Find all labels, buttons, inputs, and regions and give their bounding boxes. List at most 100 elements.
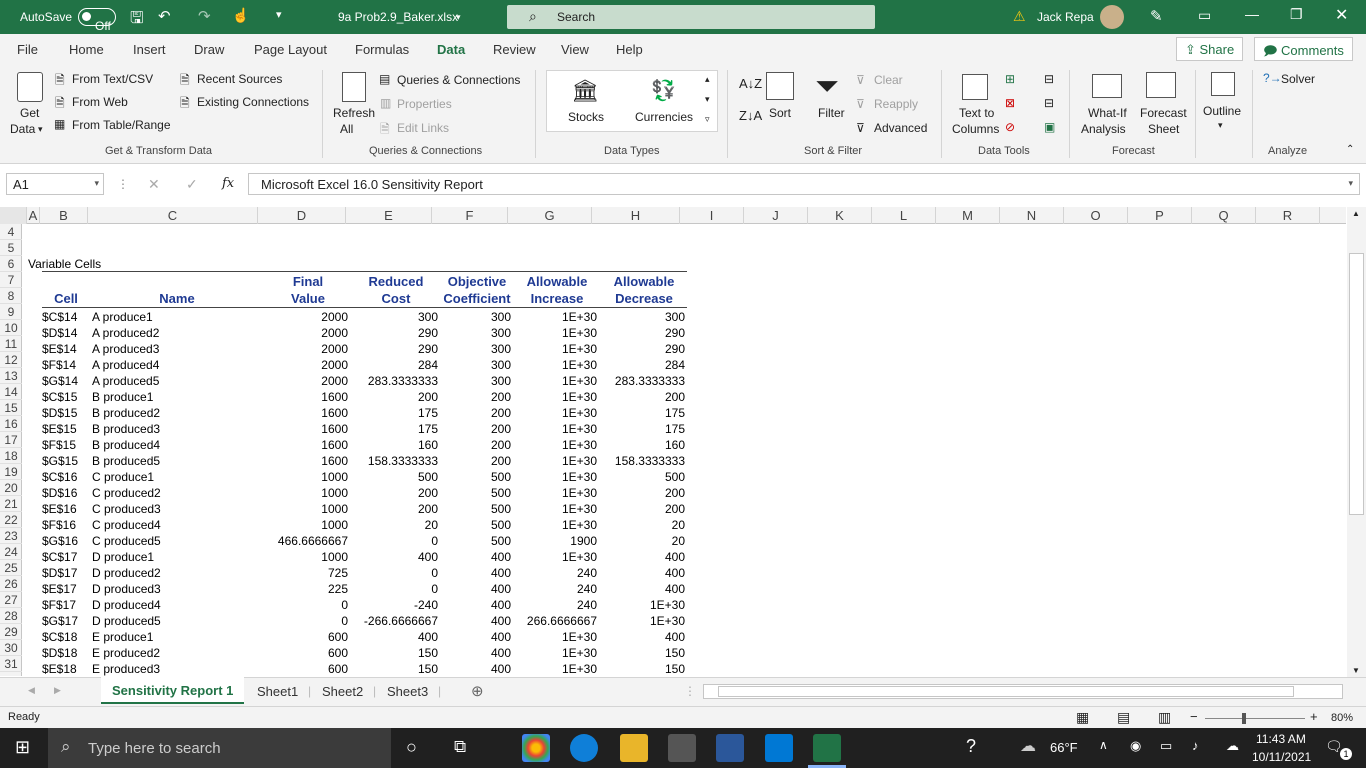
cell-allowable-decrease[interactable]: 400 xyxy=(600,549,685,565)
cell-final-value[interactable]: 1600 xyxy=(265,421,348,437)
sheet-tab-active[interactable]: Sensitivity Report 1 xyxy=(101,677,244,704)
cell-allowable-decrease[interactable]: 1E+30 xyxy=(600,613,685,629)
column-header-n[interactable]: N xyxy=(1000,207,1064,224)
stocks-button[interactable]: Stocks xyxy=(568,110,604,124)
get-data-button[interactable]: Data xyxy=(10,122,35,136)
row-header-9[interactable]: 9 xyxy=(0,304,22,320)
clock-date[interactable]: 10/11/2021 xyxy=(1252,750,1311,764)
cell-name[interactable]: C produced3 xyxy=(92,501,262,517)
cell-name[interactable]: D produce1 xyxy=(92,549,262,565)
cell-allowable-increase[interactable]: 1E+30 xyxy=(515,517,597,533)
chrome-icon[interactable] xyxy=(522,734,550,762)
touch-mode-icon[interactable]: ☝ xyxy=(232,7,249,24)
cell-allowable-increase[interactable]: 1E+30 xyxy=(515,389,597,405)
column-header-r[interactable]: R xyxy=(1256,207,1320,224)
row-header-26[interactable]: 26 xyxy=(0,576,22,592)
cell-allowable-increase[interactable]: 266.6666667 xyxy=(515,613,597,629)
tab-view[interactable]: View xyxy=(561,42,589,57)
row-header-8[interactable]: 8 xyxy=(0,288,22,304)
cell-allowable-decrease[interactable]: 175 xyxy=(600,405,685,421)
header-objective[interactable]: Objective xyxy=(439,273,515,290)
cell-name[interactable]: B produced3 xyxy=(92,421,262,437)
cell-final-value[interactable]: 1000 xyxy=(265,517,348,533)
column-header-o[interactable]: O xyxy=(1064,207,1128,224)
zoom-in-icon[interactable]: + xyxy=(1310,709,1318,724)
cell-allowable-increase[interactable]: 1E+30 xyxy=(515,325,597,341)
cell-objective-coefficient[interactable]: 400 xyxy=(439,581,511,597)
row-header-24[interactable]: 24 xyxy=(0,544,22,560)
header-final[interactable]: Final xyxy=(265,273,351,290)
cell-reduced-cost[interactable]: 290 xyxy=(353,341,438,357)
cell-allowable-increase[interactable]: 240 xyxy=(515,581,597,597)
header-value[interactable]: Value xyxy=(265,290,351,307)
reapply-button[interactable]: Reapply xyxy=(874,97,918,111)
cell-reduced-cost[interactable]: 400 xyxy=(353,549,438,565)
tab-insert[interactable]: Insert xyxy=(133,42,166,57)
cell-final-value[interactable]: 1600 xyxy=(265,389,348,405)
row-header-17[interactable]: 17 xyxy=(0,432,22,448)
column-header-j[interactable]: J xyxy=(744,207,808,224)
cell-objective-coefficient[interactable]: 200 xyxy=(439,453,511,469)
row-header-19[interactable]: 19 xyxy=(0,464,22,480)
expand-formula-bar-icon[interactable]: ▾ xyxy=(1348,178,1353,189)
cell-objective-coefficient[interactable]: 200 xyxy=(439,389,511,405)
cell-ref[interactable]: $G$17 xyxy=(42,613,92,629)
enter-icon[interactable]: ✓ xyxy=(186,176,198,193)
name-box[interactable]: A1 ▾ xyxy=(6,173,104,195)
refresh-all-button[interactable]: Refresh xyxy=(333,106,375,120)
cell-name[interactable]: B produced4 xyxy=(92,437,262,453)
column-header-i[interactable]: I xyxy=(680,207,744,224)
cell-ref[interactable]: $E$16 xyxy=(42,501,92,517)
column-header-m[interactable]: M xyxy=(936,207,1000,224)
cell-name[interactable]: E produced2 xyxy=(92,645,262,661)
cell-final-value[interactable]: 600 xyxy=(265,629,348,645)
cell-allowable-increase[interactable]: 240 xyxy=(515,597,597,613)
mail-icon[interactable] xyxy=(765,734,793,762)
what-if-button[interactable]: What-If xyxy=(1088,106,1127,120)
header-allowable-decrease[interactable]: Allowable xyxy=(600,273,688,290)
cell-reduced-cost[interactable]: 0 xyxy=(353,533,438,549)
header-cost[interactable]: Cost xyxy=(353,290,439,307)
cell-allowable-increase[interactable]: 1E+30 xyxy=(515,357,597,373)
column-header-k[interactable]: K xyxy=(808,207,872,224)
column-header-h[interactable]: H xyxy=(592,207,680,224)
cell-objective-coefficient[interactable]: 300 xyxy=(439,357,511,373)
cell-final-value[interactable]: 225 xyxy=(265,581,348,597)
cell-allowable-increase[interactable]: 1E+30 xyxy=(515,437,597,453)
row-header-13[interactable]: 13 xyxy=(0,368,22,384)
tab-help[interactable]: Help xyxy=(616,42,643,57)
cell-ref[interactable]: $C$14 xyxy=(42,309,92,325)
cell-allowable-increase[interactable]: 1E+30 xyxy=(515,629,597,645)
cell-name[interactable]: D produced2 xyxy=(92,565,262,581)
cell-reduced-cost[interactable]: 500 xyxy=(353,469,438,485)
cell-allowable-decrease[interactable]: 175 xyxy=(600,421,685,437)
cell-final-value[interactable]: 2000 xyxy=(265,373,348,389)
cell-final-value[interactable]: 2000 xyxy=(265,309,348,325)
onedrive-icon[interactable]: ☁ xyxy=(1226,738,1239,754)
column-header-d[interactable]: D xyxy=(258,207,346,224)
cell-allowable-decrease[interactable]: 200 xyxy=(600,485,685,501)
data-validation-icon[interactable]: ⊘ xyxy=(1005,120,1015,134)
cell-objective-coefficient[interactable]: 200 xyxy=(439,405,511,421)
user-name[interactable]: Jack Repa xyxy=(1037,10,1094,24)
row-header-30[interactable]: 30 xyxy=(0,640,22,656)
queries-connections-button[interactable]: Queries & Connections xyxy=(397,73,520,87)
filename-chevron-icon[interactable]: ▾ xyxy=(456,12,461,23)
cell-objective-coefficient[interactable]: 400 xyxy=(439,565,511,581)
row-header-10[interactable]: 10 xyxy=(0,320,22,336)
row-header-15[interactable]: 15 xyxy=(0,400,22,416)
help-icon[interactable]: ? xyxy=(966,736,976,757)
cell-reduced-cost[interactable]: 0 xyxy=(353,581,438,597)
from-web-button[interactable]: From Web xyxy=(72,95,128,109)
cell-allowable-decrease[interactable]: 400 xyxy=(600,565,685,581)
row-header-21[interactable]: 21 xyxy=(0,496,22,512)
cell-allowable-increase[interactable]: 1E+30 xyxy=(515,421,597,437)
recent-sources-button[interactable]: Recent Sources xyxy=(197,72,282,86)
cell-allowable-increase[interactable]: 1E+30 xyxy=(515,469,597,485)
cell-ref[interactable]: $F$17 xyxy=(42,597,92,613)
cortana-icon[interactable]: ○ xyxy=(406,737,417,758)
ribbon-display-icon[interactable]: ▭ xyxy=(1198,7,1211,24)
cell-ref[interactable]: $E$14 xyxy=(42,341,92,357)
excel-icon[interactable] xyxy=(813,734,841,762)
cell-ref[interactable]: $C$15 xyxy=(42,389,92,405)
